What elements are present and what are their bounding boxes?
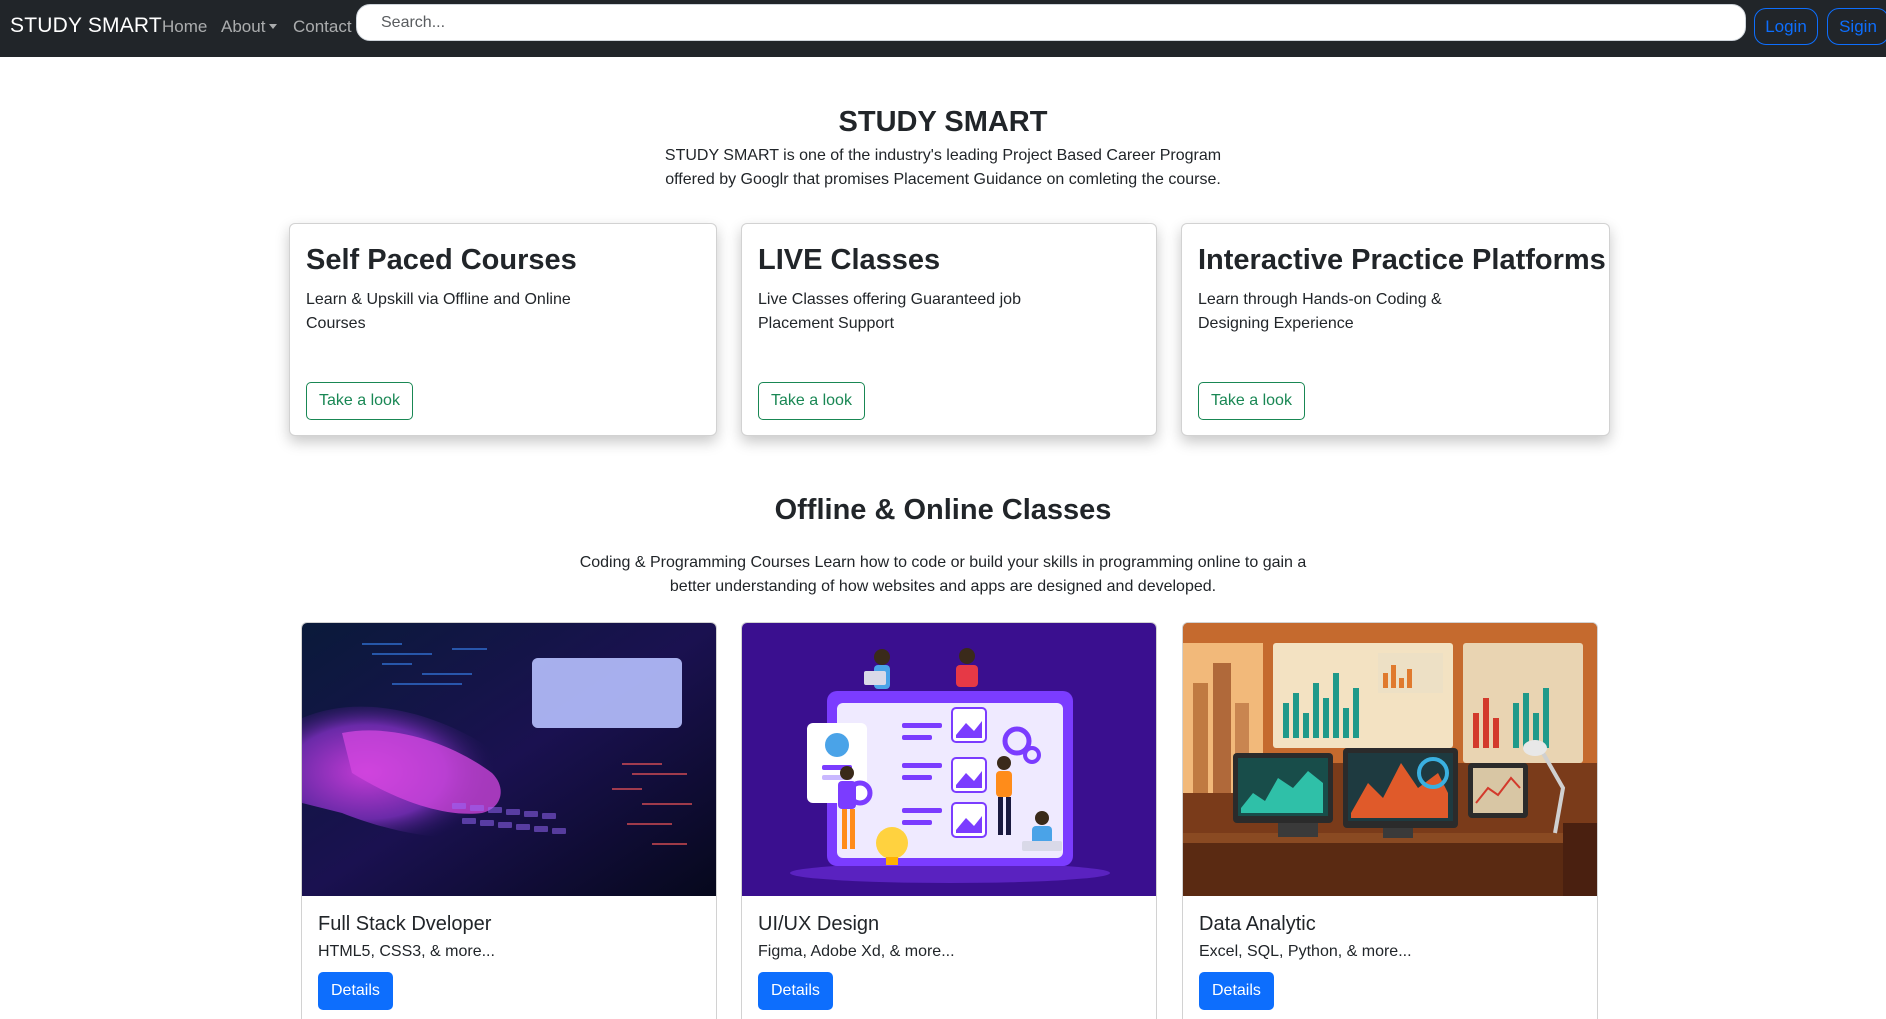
brand-logo[interactable]: STUDY SMART	[10, 14, 162, 38]
feature-card-text: Live Classes offering Guaranteed job Pla…	[758, 291, 1021, 332]
nav-about-label: About	[221, 17, 266, 36]
nav-about-dropdown[interactable]: About	[221, 17, 278, 37]
course-subtitle: HTML5, CSS3, & more...	[318, 943, 495, 960]
details-button[interactable]: Details	[758, 972, 833, 1010]
details-button[interactable]: Details	[1199, 972, 1274, 1010]
login-button[interactable]: Login	[1754, 8, 1818, 45]
take-a-look-button[interactable]: Take a look	[306, 382, 413, 420]
feature-card-live-classes: LIVE Classes Live Classes offering Guara…	[741, 223, 1157, 436]
feature-card-title: Interactive Practice Platforms	[1198, 244, 1606, 276]
course-card-ui-ux: UI/UX Design Figma, Adobe Xd, & more... …	[741, 622, 1157, 1019]
feature-card-title: Self Paced Courses	[306, 244, 577, 276]
course-card-data-analytic: Data Analytic Excel, SQL, Python, & more…	[1182, 622, 1598, 1019]
top-navbar: STUDY SMART Home About Contact Login Sig…	[0, 0, 1886, 57]
section-title: Offline & Online Classes	[774, 494, 1112, 526]
course-card-full-stack: Full Stack Dveloper HTML5, CSS3, & more.…	[301, 622, 717, 1019]
course-image-keyboard[interactable]	[302, 623, 716, 896]
feature-card-title: LIVE Classes	[758, 244, 941, 276]
section-description: Coding & Programming Courses Learn how t…	[579, 554, 1307, 595]
take-a-look-button[interactable]: Take a look	[1198, 382, 1305, 420]
course-title: UI/UX Design	[758, 913, 880, 935]
course-title: Full Stack Dveloper	[318, 913, 492, 935]
details-button[interactable]: Details	[318, 972, 393, 1010]
course-subtitle: Figma, Adobe Xd, & more...	[758, 943, 955, 960]
search-input[interactable]	[356, 4, 1746, 41]
course-image-uiux[interactable]	[742, 623, 1156, 896]
caret-down-icon	[269, 24, 278, 29]
course-subtitle: Excel, SQL, Python, & more...	[1199, 943, 1412, 960]
feature-card-practice-platforms: Interactive Practice Platforms Learn thr…	[1181, 223, 1610, 436]
hero-title: STUDY SMART	[838, 106, 1048, 138]
hero-description: STUDY SMART is one of the industry's lea…	[664, 147, 1222, 188]
nav-home-link[interactable]: Home	[162, 17, 207, 37]
take-a-look-button[interactable]: Take a look	[758, 382, 865, 420]
signin-button[interactable]: Sigin	[1827, 8, 1886, 45]
nav-contact-link[interactable]: Contact	[293, 17, 352, 37]
feature-card-text: Learn through Hands-on Coding & Designin…	[1198, 291, 1442, 332]
course-image-data-dashboard[interactable]	[1183, 623, 1597, 896]
feature-card-self-paced: Self Paced Courses Learn & Upskill via O…	[289, 223, 717, 436]
course-title: Data Analytic	[1199, 913, 1316, 935]
feature-card-text: Learn & Upskill via Offline and Online C…	[306, 291, 571, 332]
